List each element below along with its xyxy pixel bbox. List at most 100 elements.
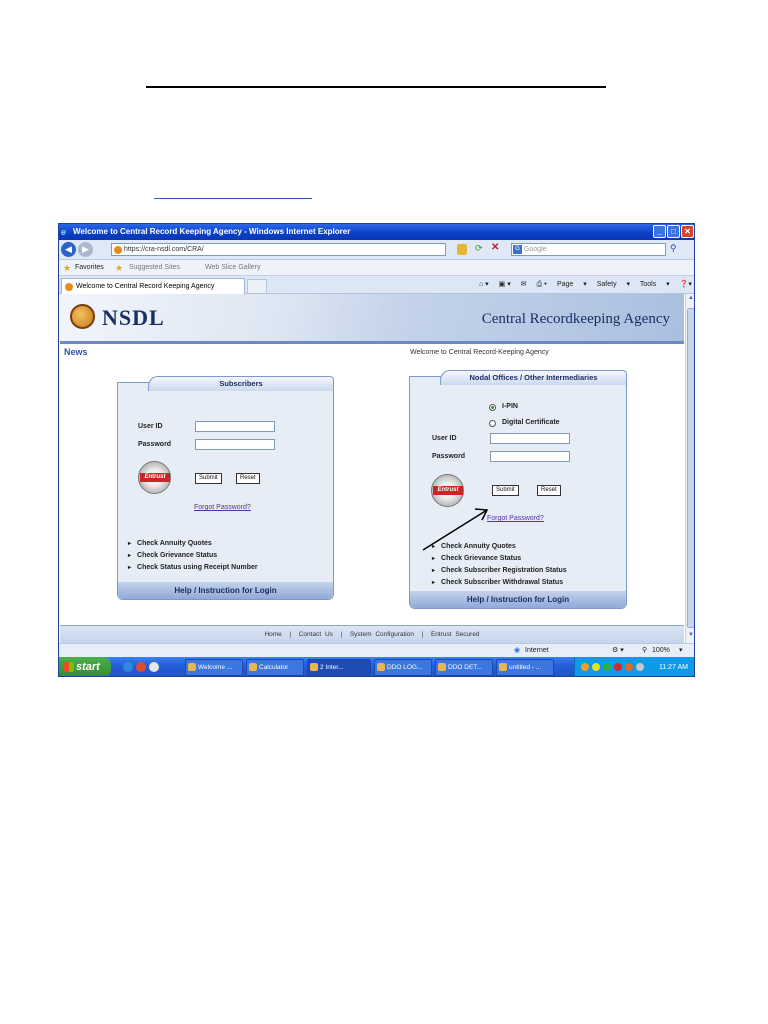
subscriber-password-input[interactable] (195, 439, 275, 450)
zoom-dropdown-icon[interactable]: ▾ (679, 644, 683, 657)
maximize-button[interactable]: □ (667, 225, 680, 238)
nodal-reset-button[interactable]: Reset (537, 485, 561, 496)
window-title-bar[interactable]: e Welcome to Central Record Keeping Agen… (59, 224, 694, 240)
system-tray: 11:27 AM (574, 657, 694, 676)
tray-icon[interactable] (592, 663, 600, 671)
search-input[interactable]: G Google (511, 243, 666, 256)
tray-icon[interactable] (625, 663, 633, 671)
tray-icon[interactable] (614, 663, 622, 671)
nsdl-logo-icon (70, 304, 95, 329)
ipin-label: I-PIN (502, 403, 518, 410)
mail-quicklaunch-icon[interactable] (149, 662, 159, 672)
safety-menu[interactable]: Safety ▾ (597, 281, 630, 288)
subscribers-panel-title: Subscribers (148, 376, 334, 391)
page-viewport: NSDL Central Recordkeeping Agency News W… (59, 294, 685, 643)
help-icon[interactable]: ❓▾ (680, 281, 692, 288)
new-tab-button[interactable] (247, 279, 267, 294)
minimize-button[interactable]: _ (653, 225, 666, 238)
subscriber-submit-button[interactable]: Submit (195, 473, 222, 484)
favorites-bar: ★ Favorites ★ Suggested Sites Web Slice … (59, 260, 694, 276)
news-heading: News (64, 347, 88, 357)
home-icon[interactable]: ⌂ ▾ (479, 281, 489, 288)
back-button[interactable]: ◀ (61, 242, 76, 257)
protected-mode-icon[interactable]: ⚙ ▾ (612, 644, 624, 657)
check-registration-status-link[interactable]: Check Subscriber Registration Status (432, 567, 567, 574)
subscriber-help-link[interactable]: Help / Instruction for Login (118, 582, 333, 599)
task-untitled[interactable]: untitled - ... (496, 659, 554, 676)
tray-icon[interactable] (603, 663, 611, 671)
subscriber-reset-button[interactable]: Reset (236, 473, 260, 484)
check-annuity-quotes-link[interactable]: Check Annuity Quotes (128, 540, 212, 547)
search-icon[interactable]: ⚲ (670, 243, 677, 254)
favorites-button[interactable]: Favorites (75, 260, 104, 276)
footer-entrust-link[interactable]: Entrust Secured (431, 631, 480, 638)
favorites-star-icon: ★ (63, 263, 72, 273)
digital-certificate-radio[interactable] (489, 420, 496, 427)
page-footer: Home | Contact Us | System Configuration… (60, 625, 684, 643)
ie-quicklaunch-icon[interactable] (123, 662, 133, 672)
scroll-up-icon[interactable]: ▲ (687, 295, 694, 305)
clock[interactable]: 11:27 AM (659, 664, 688, 671)
taskbar: start Welcome ... Calculator 2 Inter... … (59, 657, 694, 676)
task-calculator[interactable]: Calculator (246, 659, 304, 676)
lock-icon[interactable] (457, 244, 467, 255)
feeds-icon[interactable]: ▣ ▾ (499, 281, 511, 288)
window-title: Welcome to Central Record Keeping Agency… (73, 227, 351, 236)
zone-text: Internet (525, 647, 549, 654)
task-welcome[interactable]: Welcome ... (185, 659, 243, 676)
footer-contact-link[interactable]: Contact Us (299, 631, 333, 638)
address-bar[interactable]: https://cra-nsdl.com/CRA/ (111, 243, 446, 256)
scroll-thumb[interactable] (687, 308, 694, 628)
welcome-text: Welcome to Central Record-Keeping Agency (410, 349, 549, 356)
add-favorites-icon[interactable]: ★ (115, 260, 123, 276)
subscribers-panel: Subscribers User ID Password Entrust Sub… (117, 376, 334, 600)
scroll-down-icon[interactable]: ▼ (687, 632, 694, 642)
nodal-user-id-input[interactable] (490, 433, 570, 444)
task-ddo-log[interactable]: DDO LOG... (374, 659, 432, 676)
chrome-quicklaunch-icon[interactable] (136, 662, 146, 672)
tab-bar: Welcome to Central Record Keeping Agency… (59, 276, 694, 294)
tools-menu[interactable]: Tools ▾ (640, 281, 670, 288)
page-menu[interactable]: Page ▾ (557, 281, 587, 288)
banner-title: Central Recordkeeping Agency (481, 311, 670, 327)
tab-cra[interactable]: Welcome to Central Record Keeping Agency (61, 278, 245, 294)
check-grievance-status-link[interactable]: Check Grievance Status (128, 552, 217, 559)
ipin-radio[interactable] (489, 404, 496, 411)
nsdl-logo: NSDL (102, 305, 165, 330)
subscriber-forgot-password-link[interactable]: Forgot Password? (194, 504, 251, 511)
close-button[interactable]: ✕ (681, 225, 694, 238)
footer-system-config-link[interactable]: System Configuration (350, 631, 414, 638)
nodal-user-id-label: User ID (432, 435, 457, 442)
start-button[interactable]: start (59, 657, 111, 676)
nodal-submit-button[interactable]: Submit (492, 485, 519, 496)
footer-home-link[interactable]: Home (264, 631, 281, 638)
tray-icon[interactable] (581, 663, 589, 671)
tab-label: Welcome to Central Record Keeping Agency (76, 283, 215, 290)
document-rule (146, 86, 606, 88)
nodal-password-label: Password (432, 453, 466, 460)
nodal-password-input[interactable] (490, 451, 570, 462)
annotation-arrow-icon (422, 508, 489, 551)
check-receipt-status-link[interactable]: Check Status using Receipt Number (128, 564, 258, 571)
forward-button[interactable]: ▶ (78, 242, 93, 257)
stop-icon[interactable]: ✕ (491, 242, 499, 253)
subscriber-user-id-input[interactable] (195, 421, 275, 432)
windows-flag-icon (64, 662, 74, 672)
nodal-check-grievance-status-link[interactable]: Check Grievance Status (432, 555, 521, 562)
nodal-help-link[interactable]: Help / Instruction for Login (410, 591, 626, 608)
vertical-scrollbar[interactable]: ▲ ▼ (685, 294, 694, 643)
check-withdrawal-status-link[interactable]: Check Subscriber Withdrawal Status (432, 579, 563, 586)
entrust-seal-icon: Entrust (138, 461, 171, 494)
task-ddo-det[interactable]: DDO DET... (435, 659, 493, 676)
zoom-level[interactable]: 100% (652, 644, 670, 657)
refresh-icon[interactable]: ⟳ (475, 243, 483, 254)
task-internet-explorer[interactable]: 2 Inter... (307, 659, 371, 676)
nodal-forgot-password-link[interactable]: Forgot Password? (487, 515, 544, 522)
tray-icon[interactable] (636, 663, 644, 671)
digital-certificate-label: Digital Certificate (502, 419, 560, 426)
suggested-sites-link[interactable]: Suggested Sites (129, 260, 180, 276)
print-icon[interactable]: ⎙ ▾ (537, 281, 548, 288)
entrust-seal-icon: Entrust (431, 474, 464, 507)
mail-icon[interactable]: ✉ (521, 281, 527, 288)
web-slice-gallery-link[interactable]: Web Slice Gallery (205, 260, 261, 276)
